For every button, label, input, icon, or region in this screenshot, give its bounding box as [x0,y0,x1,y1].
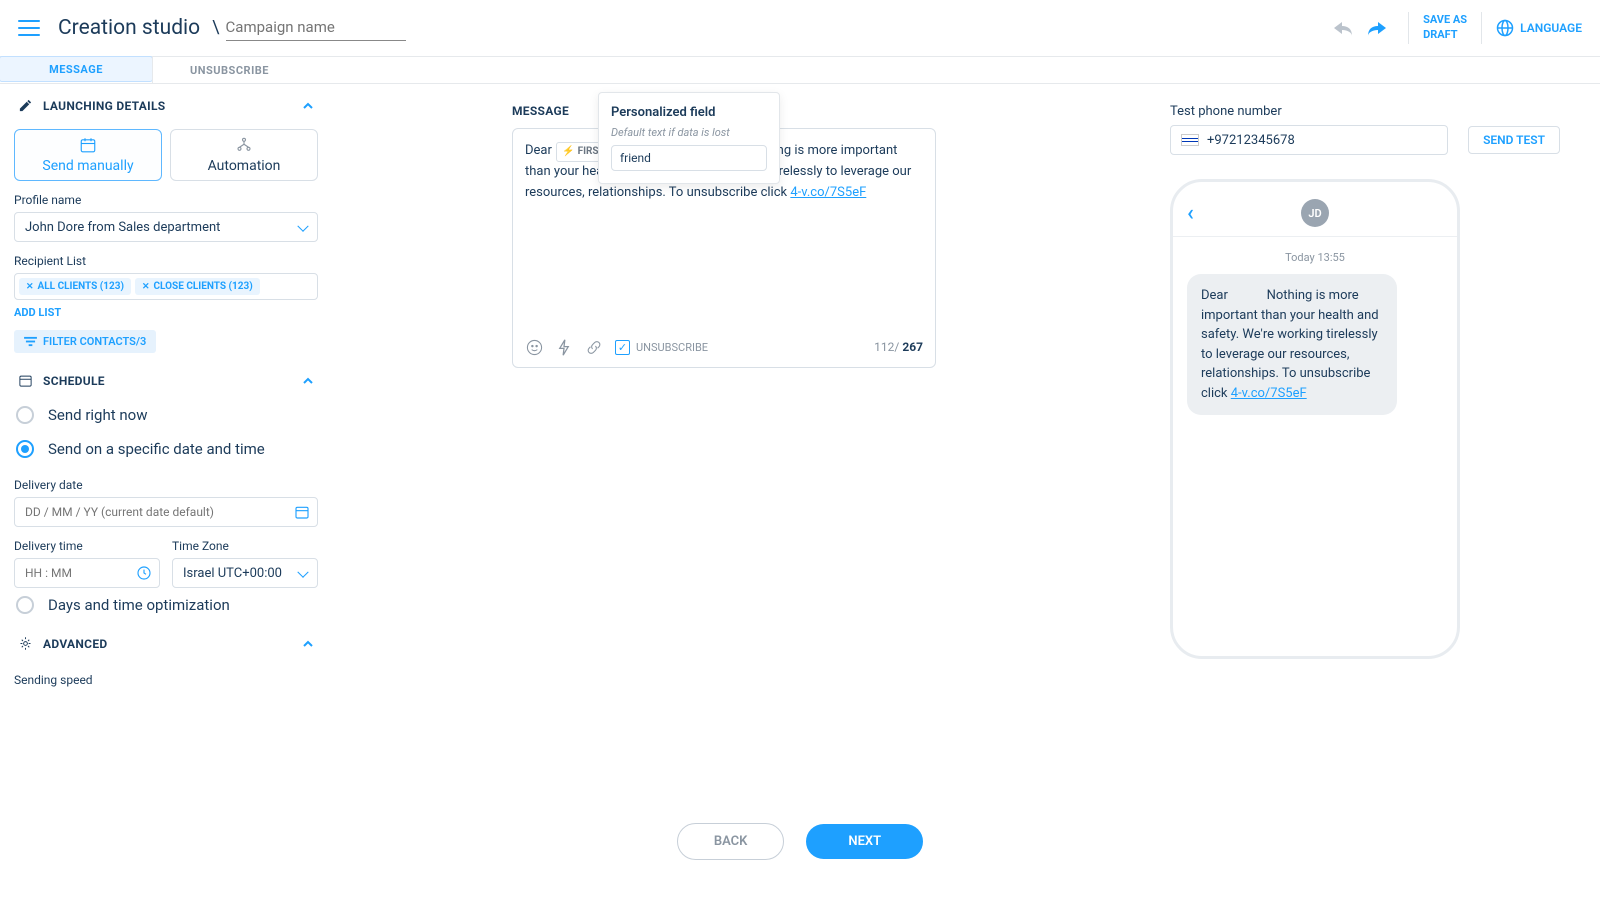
link-button[interactable] [585,338,603,356]
campaign-name-input[interactable] [226,14,406,41]
profile-name-label: Profile name [14,193,318,207]
breadcrumb-separator: \ [212,17,219,38]
popover-input[interactable] [611,145,767,171]
popover-title: Personalized field [611,105,767,120]
chevron-up-icon [302,100,314,112]
language-button[interactable]: LANGUAGE [1496,19,1582,37]
editor-area: MESSAGE Dear FIRST NAME LAST NAM✕. Nothi… [332,84,1140,784]
redo-button[interactable] [1360,11,1394,45]
filter-contacts-button[interactable]: FILTER CONTACTS/3 [14,330,156,353]
undo-button[interactable] [1326,11,1360,45]
back-chevron-icon[interactable]: ‹ [1187,201,1194,226]
delivery-time-label: Delivery time [14,539,160,553]
menu-icon[interactable] [18,20,40,36]
recipient-chips[interactable]: ALL CLIENTS (123) CLOSE CLIENTS (123) [14,273,318,300]
emoji-button[interactable] [525,338,543,356]
unsubscribe-checkbox[interactable]: ✓UNSUBSCRIBE [615,339,708,357]
settings-sidebar: LAUNCHING DETAILS Send manually Automati… [0,84,332,784]
personalized-field-popover: Personalized field Default text if data … [598,92,780,184]
preview-column: Test phone number +97212345678 SEND TEST… [1140,84,1600,784]
save-as-draft-button[interactable]: SAVE AS DRAFT [1423,13,1467,42]
gear-icon [18,636,33,651]
main-tabs: MESSAGE UNSUBSCRIBE [0,56,1600,84]
section-schedule[interactable]: SCHEDULE [14,359,318,398]
clock-icon [136,565,152,581]
calendar-icon [18,373,33,388]
send-manually-card[interactable]: Send manually [14,129,162,181]
delivery-date-label: Delivery date [14,478,318,492]
next-button[interactable]: NEXT [806,824,923,859]
message-bubble: Dear Nothing is more important than your… [1187,274,1397,415]
recipient-list-label: Recipient List [14,254,318,268]
section-advanced[interactable]: ADVANCED [14,622,318,661]
sending-speed-label: Sending speed [14,673,318,687]
chip-all-clients[interactable]: ALL CLIENTS (123) [19,278,131,295]
tab-unsubscribe[interactable]: UNSUBSCRIBE [152,57,306,83]
timezone-select[interactable]: Israel UTC+00:00 [172,558,318,588]
automation-card[interactable]: Automation [170,129,318,181]
calendar-icon [294,504,310,520]
schedule-specific-radio[interactable]: Send on a specific date and time [14,432,318,466]
calendar-icon [79,136,97,154]
chip-close-clients[interactable]: CLOSE CLIENTS (123) [135,278,260,295]
schedule-optimize-radio[interactable]: Days and time optimization [14,588,318,622]
automation-icon [235,136,253,154]
tab-message[interactable]: MESSAGE [0,56,153,82]
char-count: 112/ 267 [874,338,923,357]
flag-icon [1181,134,1199,146]
chevron-up-icon [302,375,314,387]
test-phone-input[interactable]: +97212345678 [1170,125,1448,155]
popover-subtitle: Default text if data is lost [611,126,767,139]
chevron-up-icon [302,638,314,650]
section-launching[interactable]: LAUNCHING DETAILS [14,84,318,123]
globe-icon [1496,19,1514,37]
flash-button[interactable] [555,338,573,356]
edit-icon [18,98,33,113]
test-phone-label: Test phone number [1170,104,1560,119]
preview-timestamp: Today 13:55 [1187,251,1443,264]
delivery-date-input[interactable] [14,497,318,527]
topbar: Creation studio \ SAVE AS DRAFT LANGUAGE [0,0,1600,56]
avatar: JD [1301,199,1329,227]
phone-preview: ‹ JD Today 13:55 Dear Nothing is more im… [1170,179,1460,659]
schedule-now-radio[interactable]: Send right now [14,398,318,432]
footer: BACK NEXT [0,782,1600,900]
profile-select[interactable]: John Dore from Sales department [14,212,318,242]
back-button[interactable]: BACK [677,823,785,860]
add-list-button[interactable]: ADD LIST [14,306,61,319]
unsubscribe-link[interactable]: 4-v.co/7S5eF [790,185,866,200]
page-title: Creation studio [58,16,200,40]
filter-icon [24,336,37,347]
send-test-button[interactable]: SEND TEST [1468,126,1560,154]
preview-unsub-link[interactable]: 4-v.co/7S5eF [1231,386,1307,401]
timezone-label: Time Zone [172,539,318,553]
